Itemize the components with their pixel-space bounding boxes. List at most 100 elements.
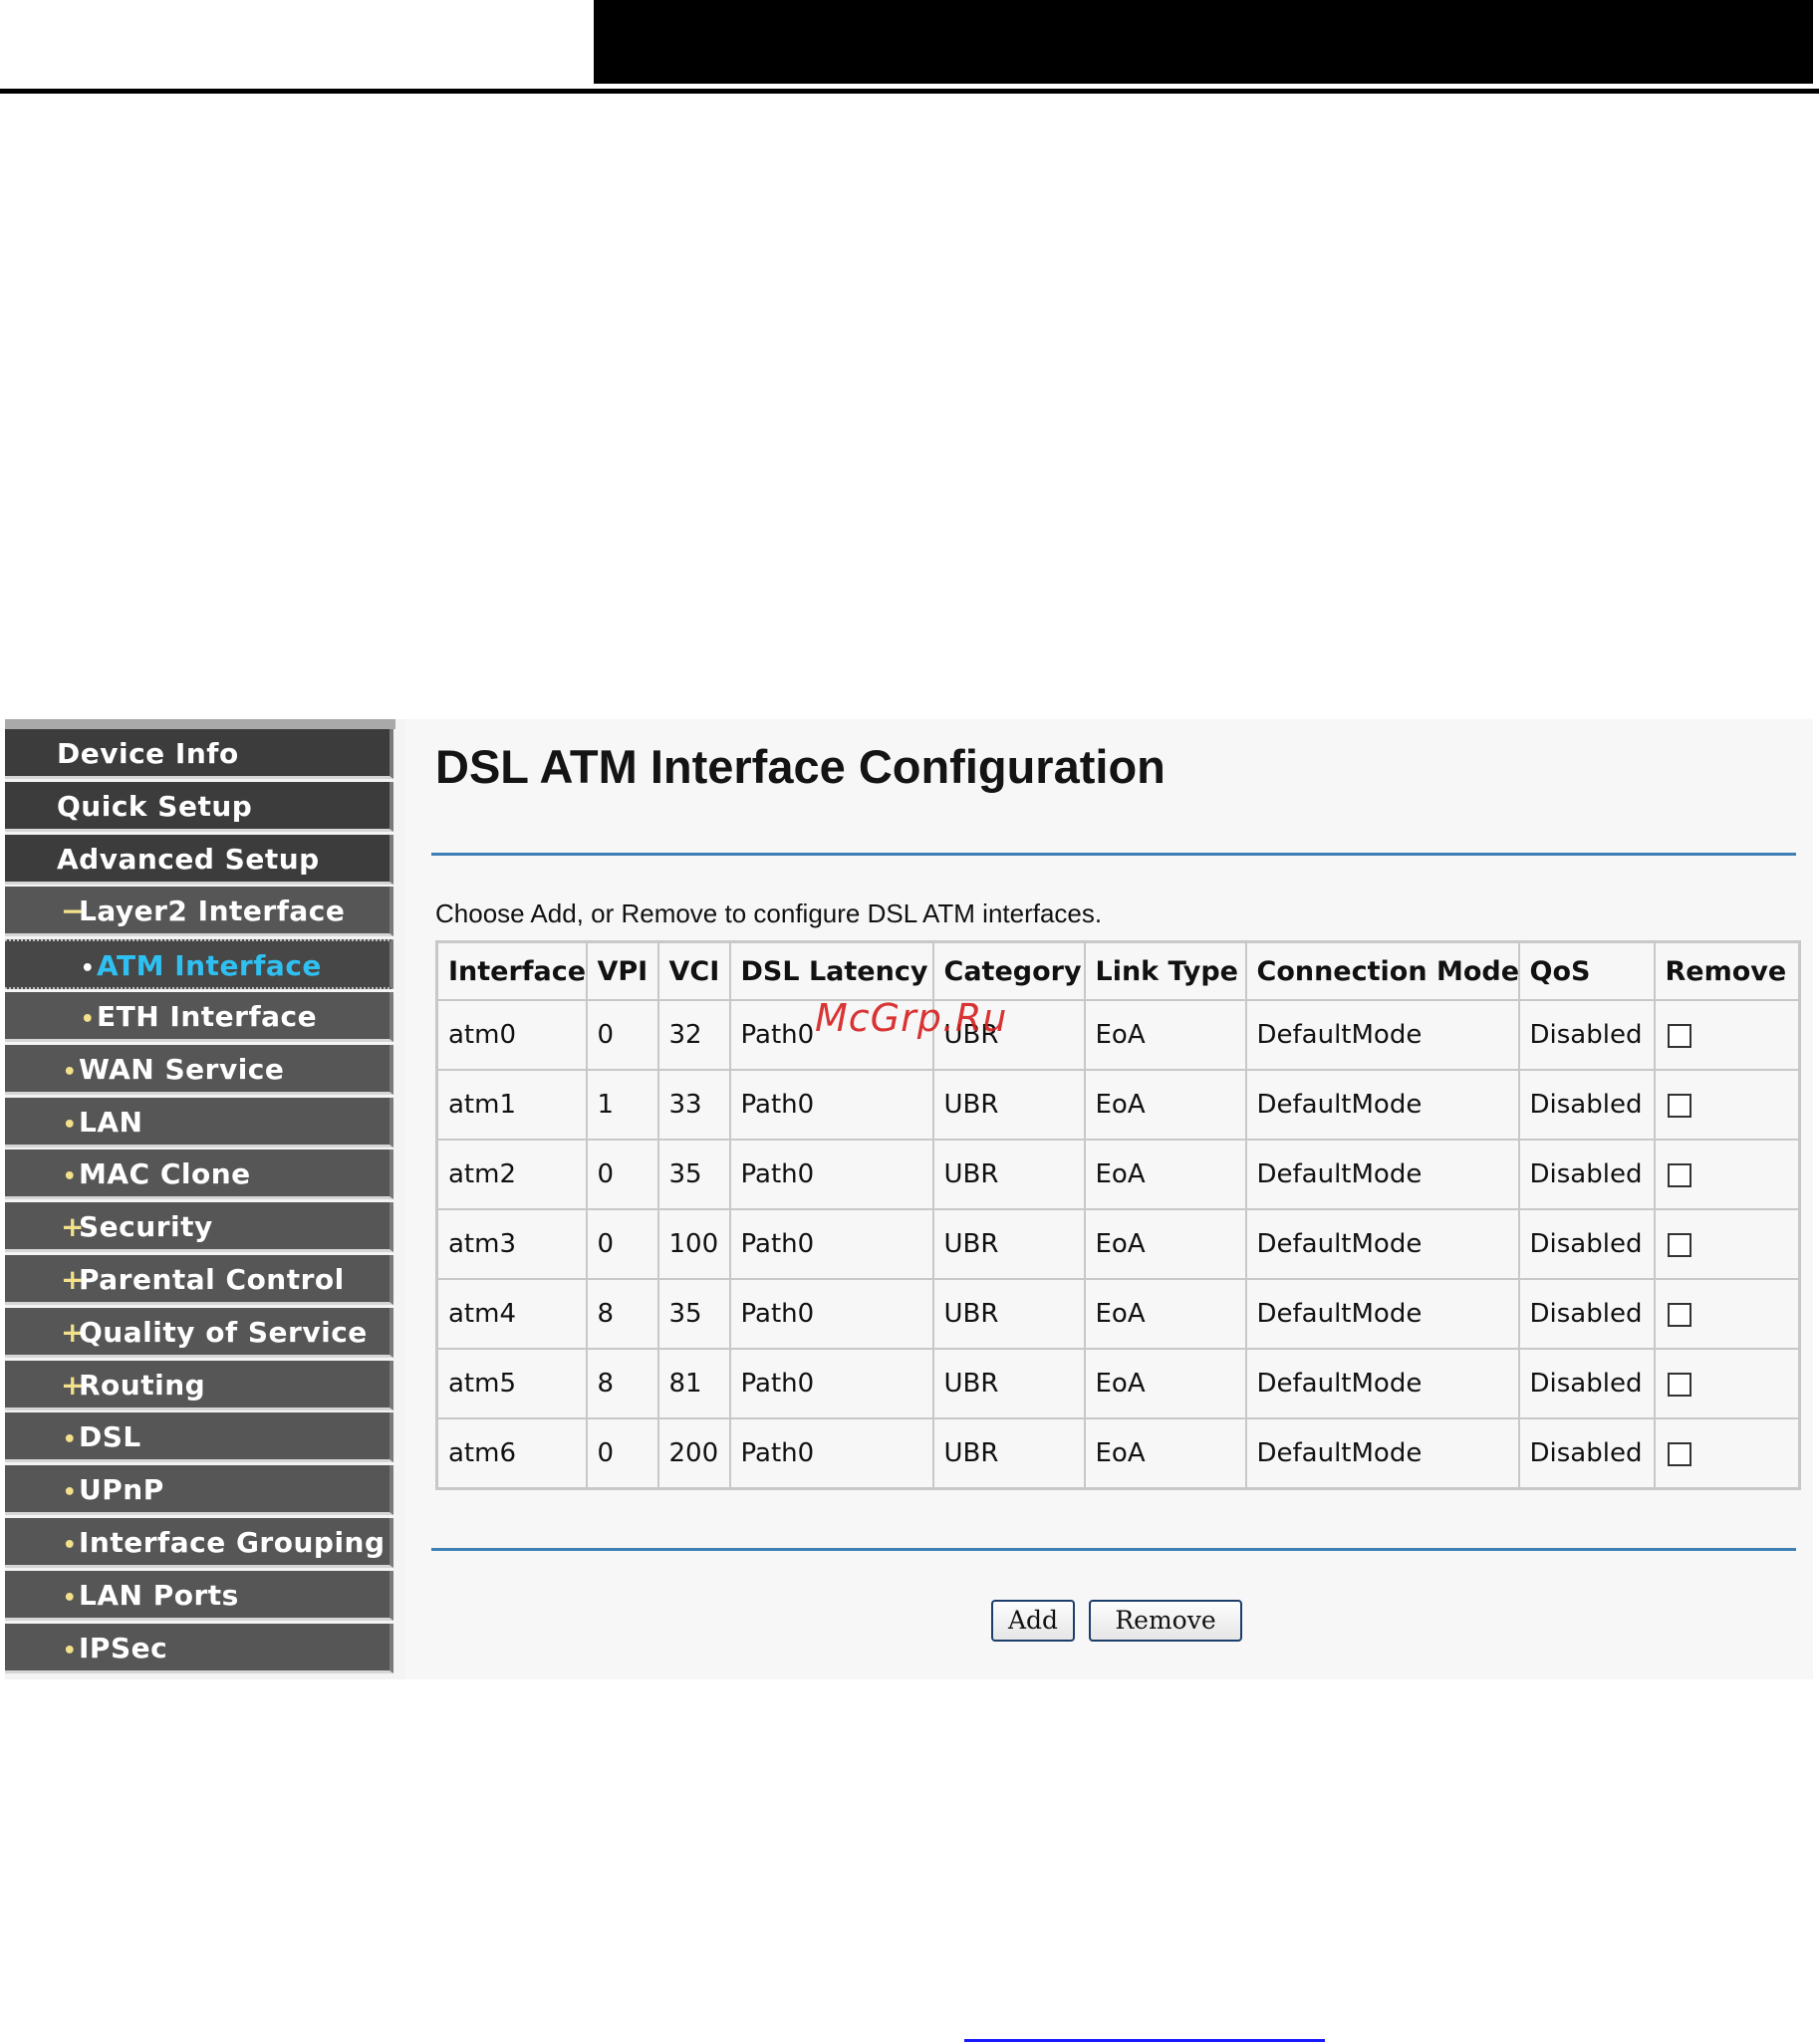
table-cell: UBR <box>931 1417 1086 1490</box>
watermark-text: McGrp.Ru <box>815 996 1008 1040</box>
sidebar-item-dsl[interactable]: •DSL <box>5 1412 393 1463</box>
table-cell: 1 <box>585 1069 659 1141</box>
instructions-text: Choose Add, or Remove to configure DSL A… <box>435 898 1103 928</box>
sidebar-item-wan-service[interactable]: •WAN Service <box>5 1044 393 1095</box>
sidebar-item-mac-clone[interactable]: •MAC Clone <box>5 1150 393 1200</box>
table-cell: DefaultMode <box>1244 1069 1520 1141</box>
document-header-rule <box>0 89 1819 94</box>
sidebar-item-label: Security <box>79 1210 213 1244</box>
remove-checkbox[interactable] <box>1667 1093 1691 1118</box>
table-cell: 8 <box>585 1348 659 1419</box>
table-cell: 33 <box>656 1069 731 1141</box>
page-title: DSL ATM Interface Configuration <box>435 740 1166 793</box>
table-cell: EoA <box>1083 1208 1247 1280</box>
expand-icon: + <box>61 1210 85 1244</box>
router-config-screenshot: Device Info Quick Setup Advanced Setup −Lay… <box>5 719 1813 1679</box>
sidebar-item-label: Quick Setup <box>57 789 253 823</box>
table-cell: Path0 <box>728 1278 934 1350</box>
bullet-icon: • <box>80 956 96 982</box>
table-cell: Path0 <box>728 1208 934 1280</box>
column-header-link-type: Link Type <box>1083 940 1247 1001</box>
table-cell: Path0 <box>728 1139 934 1210</box>
column-header-qos: QoS <box>1517 940 1656 1001</box>
column-header-remove: Remove <box>1653 940 1801 1001</box>
link-underline <box>964 2039 1325 2042</box>
sidebar-item-lan[interactable]: •LAN <box>5 1097 393 1148</box>
table-cell: DefaultMode <box>1244 999 1520 1071</box>
bullet-icon: • <box>62 1533 78 1558</box>
sidebar-item-interface-grouping[interactable]: •Interface Grouping <box>5 1518 393 1568</box>
remove-checkbox[interactable] <box>1667 1441 1691 1466</box>
sidebar-item-label: ETH Interface <box>97 1000 318 1033</box>
document-header-bar <box>594 0 1813 84</box>
table-row: atm6 0 200 Path0 UBR EoA DefaultMode Disabled <box>435 1417 1801 1490</box>
sidebar-item-routing[interactable]: +Routing <box>5 1360 393 1410</box>
remove-button[interactable]: Remove <box>1089 1600 1242 1642</box>
table-cell: atm4 <box>435 1278 588 1350</box>
sidebar-item-label: Layer2 Interface <box>79 894 346 928</box>
sidebar-item-parental-control[interactable]: +Parental Control <box>5 1255 393 1305</box>
table-cell: 35 <box>656 1278 731 1350</box>
sidebar-item-eth-interface[interactable]: •ETH Interface <box>5 992 393 1042</box>
table-cell: Path0 <box>728 1348 934 1419</box>
table-cell: Disabled <box>1517 1139 1656 1210</box>
table-cell: EoA <box>1083 1417 1247 1490</box>
bottom-divider <box>431 1548 1796 1551</box>
sidebar-item-ipsec[interactable]: •IPSec <box>5 1623 393 1673</box>
expand-icon: + <box>61 1263 85 1296</box>
sidebar-item-lan-ports[interactable]: •LAN Ports <box>5 1570 393 1621</box>
table-cell: UBR <box>931 1348 1086 1419</box>
sidebar-item-advanced-setup[interactable]: Advanced Setup <box>5 834 393 885</box>
sidebar-item-device-info[interactable]: Device Info <box>5 729 393 779</box>
table-cell: EoA <box>1083 1069 1247 1141</box>
remove-checkbox[interactable] <box>1667 1372 1691 1397</box>
bullet-icon: • <box>62 1164 78 1190</box>
remove-cell <box>1653 1348 1801 1419</box>
table-cell: Path0 <box>728 1069 934 1141</box>
column-header-interface: Interface <box>435 940 588 1001</box>
sidebar-item-label: Device Info <box>57 737 239 770</box>
sidebar-item-label: Routing <box>79 1368 206 1402</box>
remove-checkbox[interactable] <box>1667 1302 1691 1327</box>
table-cell: 100 <box>656 1208 731 1280</box>
bullet-icon: • <box>62 1585 78 1611</box>
table-cell: DefaultMode <box>1244 1278 1520 1350</box>
remove-cell <box>1653 1417 1801 1490</box>
remove-checkbox[interactable] <box>1667 1232 1691 1257</box>
remove-checkbox[interactable] <box>1667 1162 1691 1187</box>
table-cell: atm5 <box>435 1348 588 1419</box>
table-cell: Disabled <box>1517 1417 1656 1490</box>
add-button[interactable]: Add <box>991 1600 1075 1642</box>
top-divider <box>431 853 1796 856</box>
table-cell: EoA <box>1083 999 1247 1071</box>
table-cell: DefaultMode <box>1244 1417 1520 1490</box>
sidebar-item-quick-setup[interactable]: Quick Setup <box>5 781 393 832</box>
table-body: atm0 0 32 Path0 UBR EoA DefaultMode Disabled atm… <box>435 999 1801 1490</box>
table-cell: Disabled <box>1517 1278 1656 1350</box>
sidebar-item-label: UPnP <box>79 1473 164 1507</box>
column-header-dsl-latency: DSL Latency <box>728 940 934 1001</box>
remove-checkbox[interactable] <box>1667 1023 1691 1048</box>
sidebar-item-label: IPSec <box>79 1631 168 1664</box>
bullet-icon: • <box>62 1112 78 1138</box>
table-row: atm2 0 35 Path0 UBR EoA DefaultMode Disabled <box>435 1139 1801 1210</box>
main-content: DSL ATM Interface Configuration Choose A… <box>405 719 1813 1679</box>
remove-cell <box>1653 1278 1801 1350</box>
table-header-row: Interface VPI VCI DSL Latency Category Link T… <box>435 940 1801 1001</box>
sidebar-item-label: ATM Interface <box>97 949 322 983</box>
sidebar-nav: Device Info Quick Setup Advanced Setup −Lay… <box>5 719 407 1679</box>
table-row: atm0 0 32 Path0 UBR EoA DefaultMode Disabled <box>435 999 1801 1071</box>
table-cell: EoA <box>1083 1139 1247 1210</box>
sidebar-item-atm-interface[interactable]: •ATM Interface <box>5 939 393 990</box>
table-cell: Disabled <box>1517 999 1656 1071</box>
table-cell: 0 <box>585 999 659 1071</box>
sidebar-item-upnp[interactable]: •UPnP <box>5 1465 393 1516</box>
sidebar-item-layer2-interface[interactable]: −Layer2 Interface <box>5 887 393 937</box>
sidebar-item-label: Interface Grouping <box>79 1526 386 1559</box>
sidebar-item-quality-of-service[interactable]: +Quality of Service <box>5 1307 393 1358</box>
table-cell: Disabled <box>1517 1208 1656 1280</box>
remove-cell <box>1653 1208 1801 1280</box>
table-cell: UBR <box>931 1208 1086 1280</box>
bullet-icon: • <box>62 1638 78 1663</box>
sidebar-item-security[interactable]: +Security <box>5 1202 393 1253</box>
